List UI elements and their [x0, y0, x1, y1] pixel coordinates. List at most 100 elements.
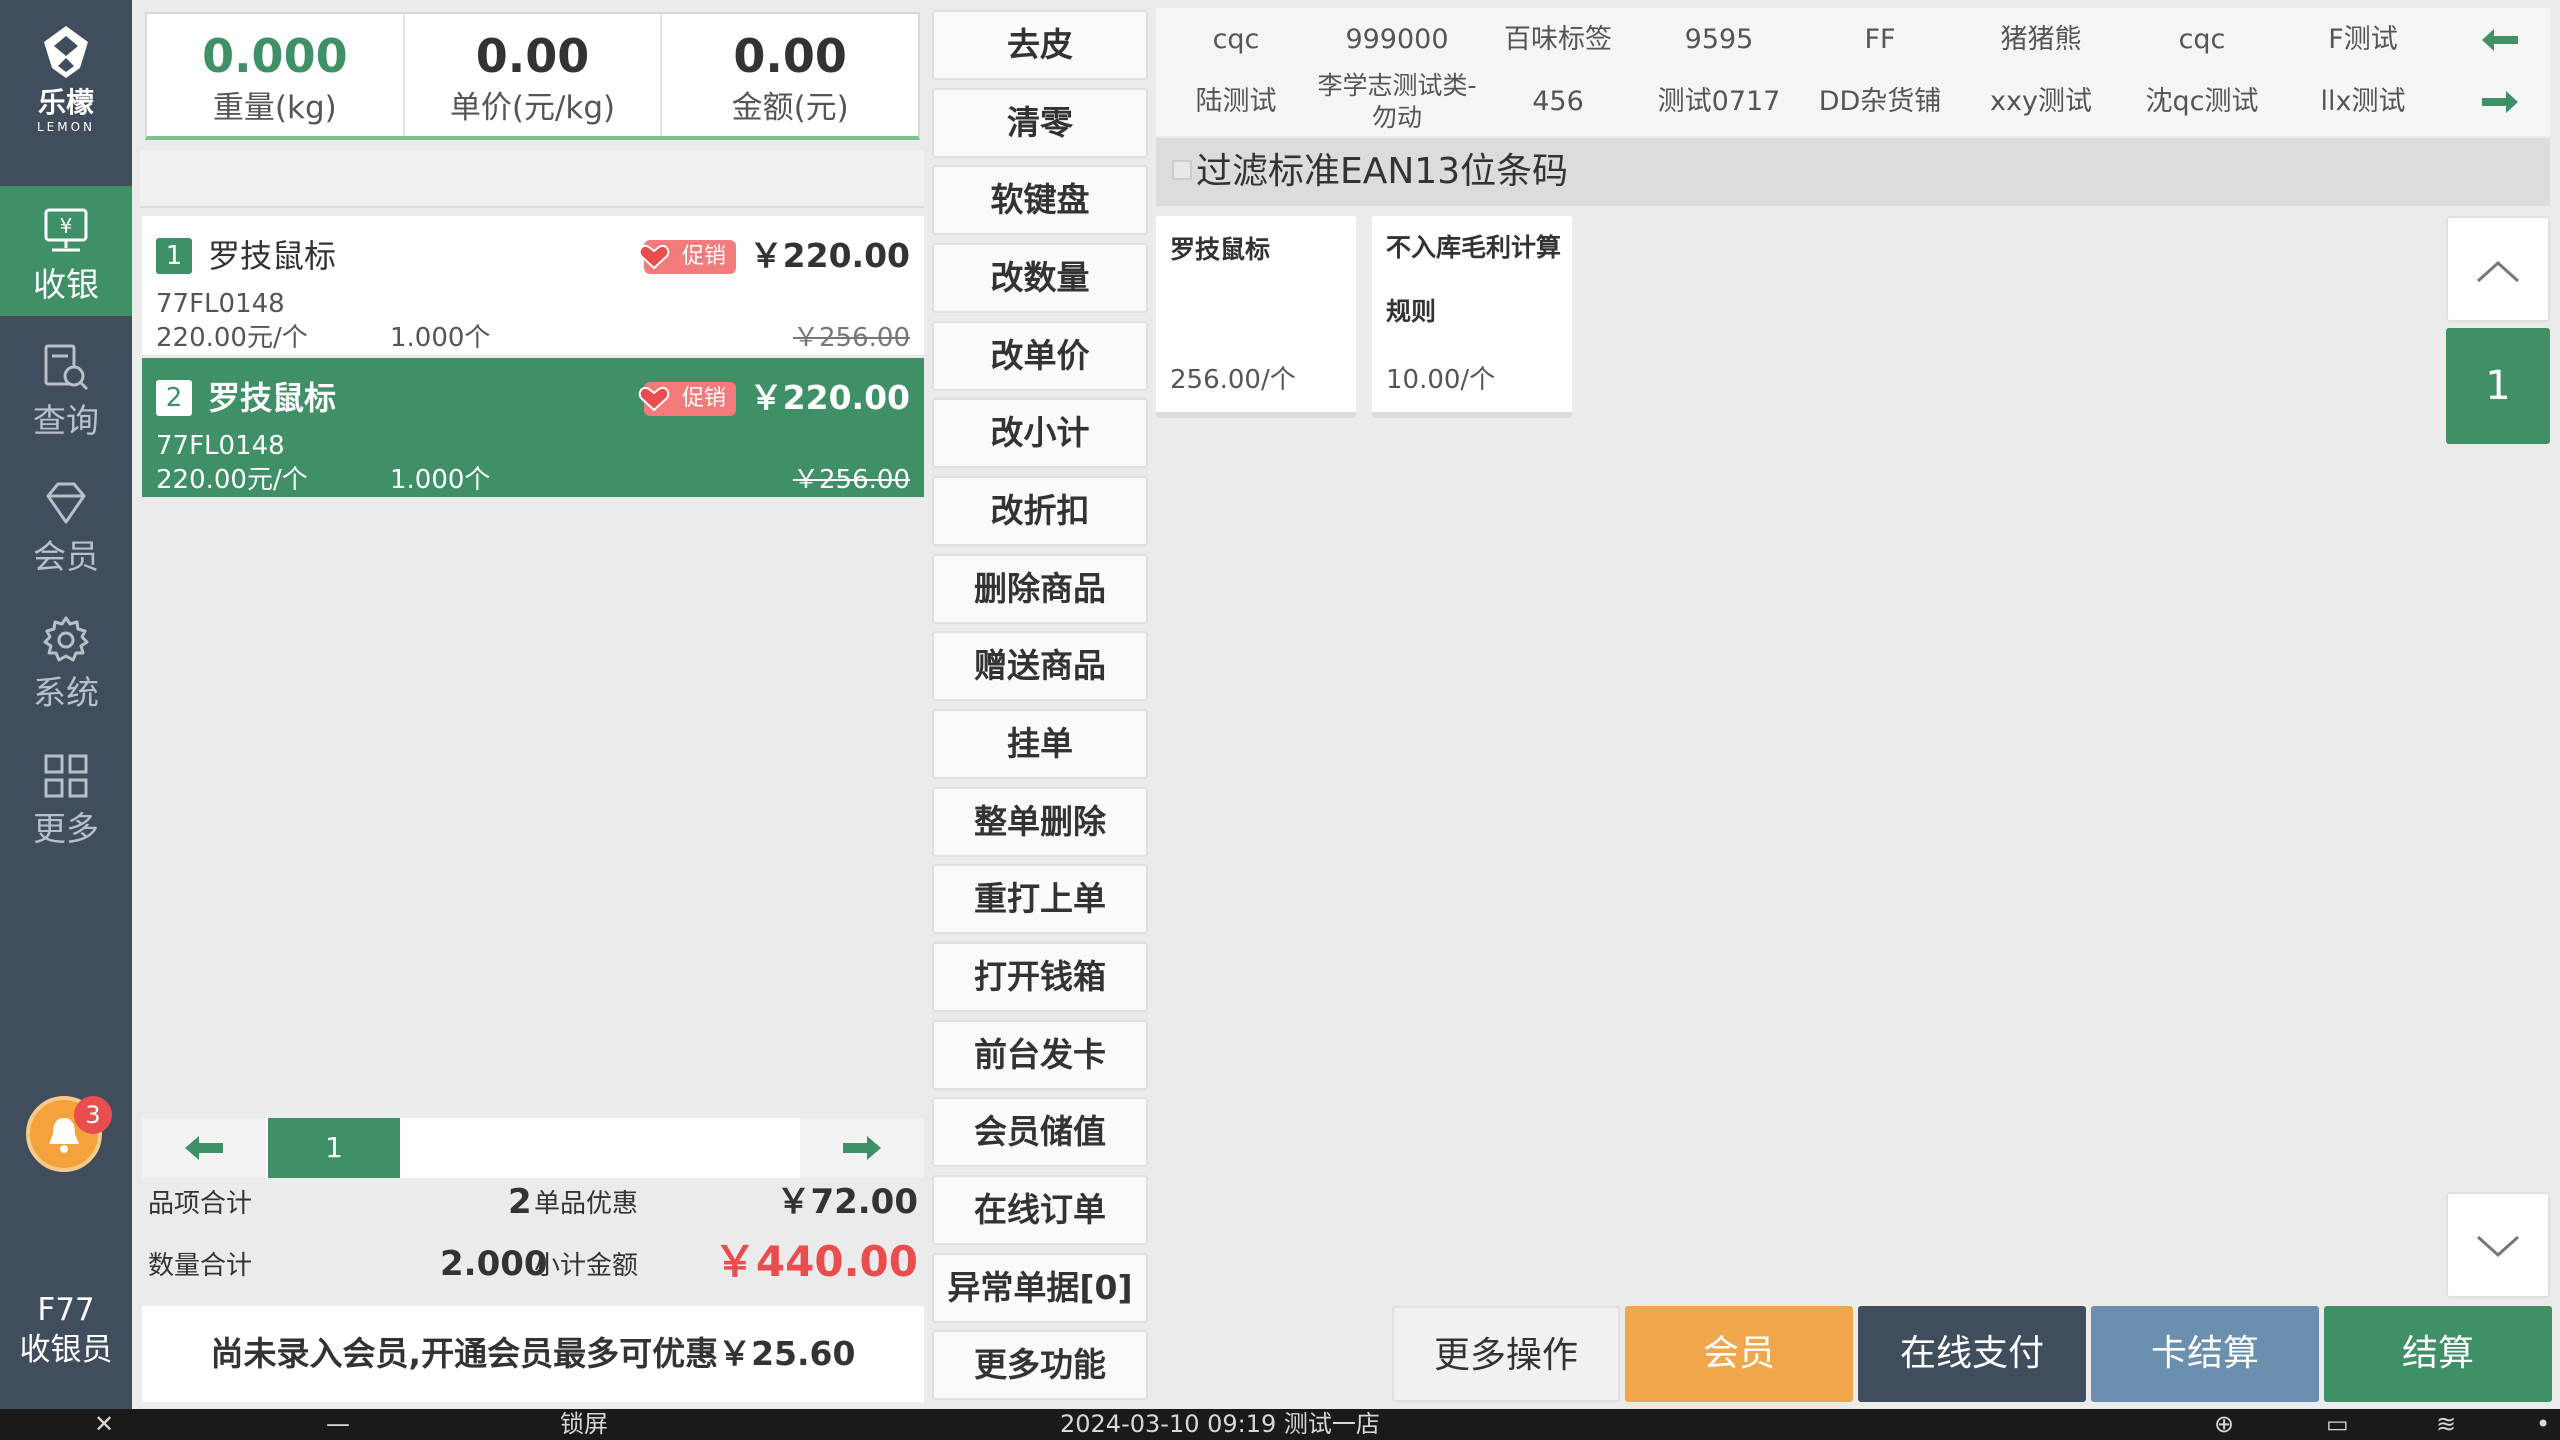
product-code: 77FL0148: [156, 431, 285, 461]
totals-panel: 品项合计 2 单品优惠 ￥72.00 数量合计 2.000 小计金额 ￥440.…: [142, 1180, 924, 1300]
product-tile[interactable]: 罗技鼠标 256.00/个: [1156, 216, 1356, 418]
change-subtotal-button[interactable]: 改小计: [932, 398, 1148, 468]
subtotal-label: 小计金额: [534, 1251, 639, 1281]
item-count-label: 品项合计: [148, 1189, 253, 1219]
sidebar-item-cashier[interactable]: ¥ 收银: [0, 186, 132, 316]
close-icon[interactable]: ✕: [94, 1409, 114, 1440]
unit-price-label: 单价(元/kg): [449, 90, 616, 126]
open-drawer-button[interactable]: 打开钱箱: [932, 942, 1148, 1012]
sidebar-item-label: 会员: [33, 537, 99, 576]
sidebar-item-query[interactable]: 查询: [0, 322, 132, 452]
cart-page-number: 1: [268, 1118, 400, 1178]
product-tile-name: 不入库毛利计算规则: [1386, 233, 1562, 326]
brand-name: 乐檬: [37, 86, 94, 119]
diamond-icon: [46, 482, 86, 524]
next-page-button[interactable]: [800, 1118, 924, 1178]
abnormal-docs-button[interactable]: 异常单据[0]: [932, 1253, 1148, 1323]
category-prev-arrow-icon[interactable]: [2480, 26, 2520, 54]
change-discount-button[interactable]: 改折扣: [932, 476, 1148, 546]
promo-heart-icon: [638, 386, 670, 412]
card-settle-button[interactable]: 卡结算: [2091, 1306, 2319, 1402]
gear-icon: [43, 616, 89, 662]
taskbar: ✕ — 锁屏 2024-03-10 09:19 测试一店 ⊕ ▭ ≋ •: [0, 1409, 2560, 1440]
original-price: ￥256.00: [793, 465, 910, 495]
category-tab[interactable]: 百味标签: [1478, 24, 1638, 56]
member-button[interactable]: 会员: [1625, 1306, 1853, 1402]
scan-input-bar[interactable]: [140, 150, 924, 208]
issue-card-button[interactable]: 前台发卡: [932, 1020, 1148, 1090]
soft-keyboard-button[interactable]: 软键盘: [932, 165, 1148, 235]
more-functions-button[interactable]: 更多功能: [932, 1330, 1148, 1400]
product-tile-name: 罗技鼠标: [1170, 235, 1271, 264]
sidebar-item-system[interactable]: 系统: [0, 594, 132, 724]
category-tab[interactable]: xxy测试: [1961, 86, 2121, 118]
qty-total-label: 数量合计: [148, 1251, 253, 1281]
wifi-icon[interactable]: ≋: [2436, 1409, 2456, 1440]
quantity: 1.000个: [390, 465, 491, 495]
filter-ean13-checkbox[interactable]: [1172, 160, 1192, 180]
delete-order-button[interactable]: 整单删除: [932, 787, 1148, 857]
sidebar-item-label: 查询: [33, 401, 99, 440]
delete-item-button[interactable]: 删除商品: [932, 554, 1148, 624]
product-page-down-button[interactable]: [2446, 1192, 2550, 1298]
globe-icon[interactable]: ⊕: [2214, 1409, 2234, 1440]
online-pay-button[interactable]: 在线支付: [1858, 1306, 2086, 1402]
terminal-id: F77: [37, 1292, 95, 1328]
hold-order-button[interactable]: 挂单: [932, 709, 1148, 779]
category-tab[interactable]: 456: [1478, 86, 1638, 118]
product-name: 罗技鼠标: [208, 237, 337, 275]
category-tab[interactable]: 陆测试: [1156, 86, 1316, 118]
category-tab[interactable]: 李学志测试类-勿动: [1317, 70, 1477, 134]
cart-row-selected[interactable]: 2 罗技鼠标 促销 ￥220.00 77FL0148 220.00元/个 1.0…: [142, 358, 924, 498]
row-index: 2: [156, 380, 192, 416]
brand-logo: 乐檬 LEMON: [0, 14, 132, 150]
product-name: 罗技鼠标: [208, 379, 337, 417]
sidebar-item-member[interactable]: 会员: [0, 458, 132, 588]
amount-value: 0.00: [733, 29, 847, 83]
qty-total: 2.000: [440, 1244, 548, 1284]
amount-label: 金额(元): [731, 90, 849, 126]
subtotal-value: ￥440.00: [713, 1237, 918, 1286]
brand-name-en: LEMON: [36, 120, 96, 134]
member-topup-button[interactable]: 会员储值: [932, 1097, 1148, 1167]
category-tab[interactable]: cqc: [2122, 24, 2282, 56]
cart-row[interactable]: 1 罗技鼠标 促销 ￥220.00 77FL0148 220.00元/个 1.0…: [142, 216, 924, 356]
more-actions-button[interactable]: 更多操作: [1392, 1306, 1620, 1402]
category-tab[interactable]: 猪猪熊: [1961, 24, 2121, 56]
category-tab[interactable]: llx测试: [2283, 86, 2443, 118]
filter-ean13-label[interactable]: 过滤标准EAN13位条码: [1196, 150, 1568, 194]
grid-icon: [44, 754, 88, 798]
category-tab[interactable]: 999000: [1317, 24, 1477, 56]
category-tab[interactable]: 测试0717: [1639, 86, 1799, 118]
category-tab[interactable]: 9595: [1639, 24, 1799, 56]
member-hint: 尚未录入会员,开通会员最多可优惠￥25.60: [142, 1306, 924, 1402]
product-tile[interactable]: 不入库毛利计算规则 10.00/个: [1372, 216, 1572, 418]
gift-item-button[interactable]: 赠送商品: [932, 631, 1148, 701]
unit-price-cell: 0.00 单价(元/kg): [405, 14, 663, 136]
monitor-icon[interactable]: ▭: [2326, 1409, 2349, 1440]
tare-button[interactable]: 去皮: [932, 10, 1148, 80]
lock-screen-button[interactable]: 锁屏: [560, 1409, 608, 1440]
sidebar-item-more[interactable]: 更多: [0, 730, 132, 860]
status-dot-icon: •: [2536, 1410, 2551, 1438]
item-count: 2: [508, 1182, 532, 1222]
search-doc-icon: [44, 344, 89, 391]
zero-button[interactable]: 清零: [932, 88, 1148, 158]
minimize-icon[interactable]: —: [326, 1409, 350, 1440]
settle-button[interactable]: 结算: [2324, 1306, 2552, 1402]
prev-page-button[interactable]: [142, 1118, 266, 1178]
change-qty-button[interactable]: 改数量: [932, 243, 1148, 313]
unit-price: 220.00元/个: [156, 465, 308, 495]
category-tab[interactable]: FF: [1800, 24, 1960, 56]
online-orders-button[interactable]: 在线订单: [932, 1175, 1148, 1245]
category-tab[interactable]: DD杂货铺: [1800, 86, 1960, 118]
category-tab[interactable]: 沈qc测试: [2122, 86, 2282, 118]
change-price-button[interactable]: 改单价: [932, 321, 1148, 391]
cashier-role: 收银员: [19, 1332, 113, 1368]
product-page-up-button[interactable]: [2446, 216, 2550, 322]
category-tab[interactable]: cqc: [1156, 24, 1316, 56]
category-tab[interactable]: F测试: [2283, 24, 2443, 56]
reprint-button[interactable]: 重打上单: [932, 864, 1148, 934]
datetime-store: 2024-03-10 09:19 测试一店: [1060, 1410, 1380, 1438]
category-next-arrow-icon[interactable]: [2480, 88, 2520, 116]
